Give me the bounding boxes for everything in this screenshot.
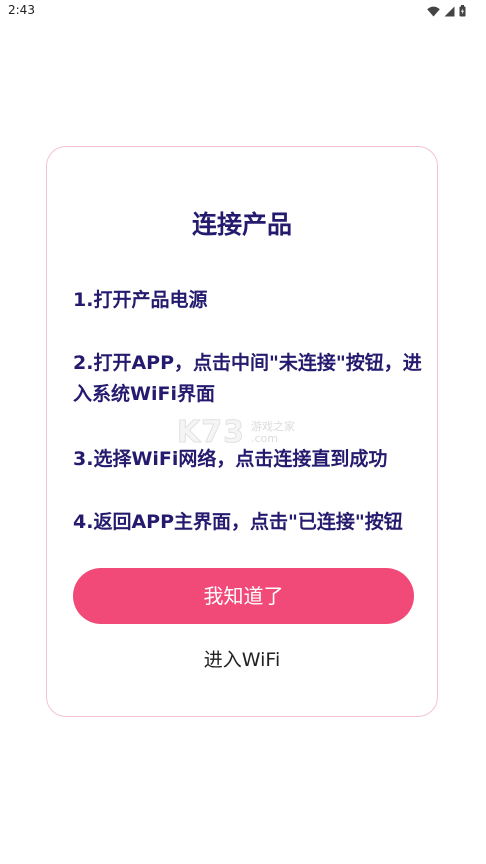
wifi-icon [427,6,440,17]
got-it-button[interactable]: 我知道了 [73,568,414,624]
watermark-text: 游戏之家 .com [251,419,295,445]
status-time: 2:43 [8,3,35,17]
signal-icon [444,6,455,17]
status-icons [427,4,466,18]
watermark-logo: K73 [177,415,245,451]
status-bar: 2:43 [0,0,486,22]
watermark-line-1: 游戏之家 [251,419,295,433]
step-1-text: 1.打开产品电源 [73,289,208,311]
watermark-line-2: .com [251,431,278,445]
watermark: K73 游戏之家 .com [177,415,296,451]
battery-icon [459,5,466,17]
enter-wifi-link[interactable]: 进入WiFi [47,647,437,673]
dialog-title: 连接产品 [191,210,292,239]
step-4-text: 4.返回APP主界面，点击"已连接"按钮 [73,511,403,533]
step-2-text: 2.打开APP，点击中间"未连接"按钮，进入系统WiFi界面 [73,352,422,405]
connect-product-dialog: 连接产品 1.打开产品电源 2.打开APP，点击中间"未连接"按钮，进入系统Wi… [46,146,438,717]
